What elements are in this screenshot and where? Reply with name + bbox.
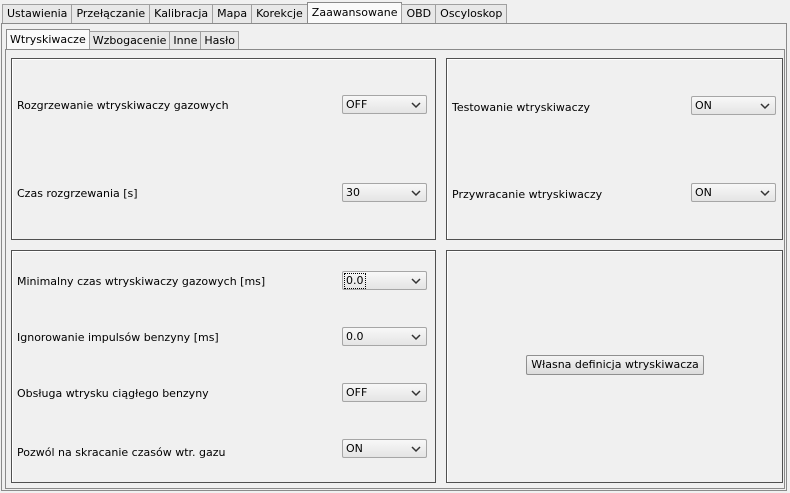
restore-select[interactable]: ON (691, 183, 776, 202)
custom-injector-button[interactable]: Własna definicja wtryskiwacza (526, 355, 704, 375)
warmup-value: OFF (346, 98, 368, 111)
shorten-label: Pozwól na skracanie czasów wtr. gazu (17, 446, 226, 459)
chevron-down-icon (411, 334, 421, 341)
chevron-down-icon (411, 102, 421, 109)
timing-group: Minimalny czas wtryskiwaczy gazowych [ms… (11, 250, 436, 483)
continuous-value: OFF (346, 386, 368, 399)
tab-kalibracja[interactable]: Kalibracja (149, 4, 214, 23)
restore-value: ON (695, 186, 712, 199)
test-group: Testowanie wtryskiwaczy ON Przywracanie … (446, 58, 783, 240)
chevron-down-icon (411, 390, 421, 397)
tab-mapa[interactable]: Mapa (212, 4, 253, 23)
custom-injector-group: Własna definicja wtryskiwacza (446, 250, 783, 483)
ignore-label: Ignorowanie impulsów benzyny [ms] (17, 331, 219, 344)
chevron-down-icon (411, 190, 421, 197)
injectors-panel: Rozgrzewanie wtryskiwaczy gazowych OFF C… (5, 49, 785, 489)
min-time-label: Minimalny czas wtryskiwaczy gazowych [ms… (17, 275, 266, 288)
warmup-group: Rozgrzewanie wtryskiwaczy gazowych OFF C… (11, 58, 436, 240)
sub-tabbar: Wtryskiwacze Wzbogacenie Inne Hasło (6, 29, 239, 49)
warmup-select[interactable]: OFF (342, 95, 427, 114)
main-tabbar: Ustawienia Przełączanie Kalibracja Mapa … (2, 2, 508, 24)
warmup-time-label: Czas rozgrzewania [s] (17, 187, 138, 200)
tab-oscyloskop[interactable]: Oscyloskop (435, 4, 508, 23)
min-time-select[interactable]: 0.0 (342, 271, 427, 290)
shorten-select[interactable]: ON (342, 439, 427, 458)
chevron-down-icon (411, 278, 421, 285)
test-select[interactable]: ON (691, 96, 776, 115)
tab-korekcje[interactable]: Korekcje (251, 4, 308, 23)
warmup-time-select[interactable]: 30 (342, 183, 427, 202)
tab-obd[interactable]: OBD (401, 4, 437, 23)
test-label: Testowanie wtryskiwaczy (452, 101, 590, 114)
warmup-label: Rozgrzewanie wtryskiwaczy gazowych (17, 99, 229, 112)
chevron-down-icon (760, 103, 770, 110)
tab-zaawansowane[interactable]: Zaawansowane (306, 2, 403, 23)
chevron-down-icon (411, 446, 421, 453)
chevron-down-icon (760, 190, 770, 197)
subtab-wzbogacenie[interactable]: Wzbogacenie (88, 31, 171, 49)
shorten-value: ON (346, 442, 363, 455)
warmup-time-value: 30 (346, 186, 360, 199)
subtab-haslo[interactable]: Hasło (200, 31, 239, 49)
ignore-value: 0.0 (346, 330, 364, 343)
subtab-inne[interactable]: Inne (169, 31, 202, 49)
restore-label: Przywracanie wtryskiwaczy (452, 188, 603, 201)
continuous-label: Obsługa wtrysku ciągłego benzyny (17, 387, 209, 400)
subtab-wtryskiwacze[interactable]: Wtryskiwacze (6, 29, 90, 49)
continuous-select[interactable]: OFF (342, 383, 427, 402)
advanced-panel: Wtryskiwacze Wzbogacenie Inne Hasło Rozg… (1, 23, 787, 491)
ignore-select[interactable]: 0.0 (342, 327, 427, 346)
tab-ustawienia[interactable]: Ustawienia (2, 4, 73, 23)
tab-przelaczanie[interactable]: Przełączanie (71, 4, 151, 23)
test-value: ON (695, 99, 712, 112)
min-time-value: 0.0 (344, 273, 366, 289)
